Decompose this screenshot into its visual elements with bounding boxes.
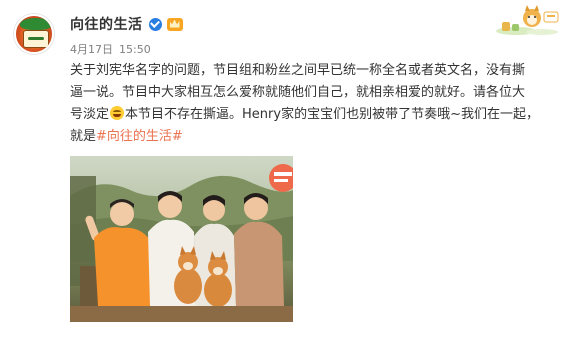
vip-icon[interactable] <box>166 17 183 31</box>
post-date: 4月17日 <box>70 43 113 56</box>
post-text-line-4: 就是#向往的生活# <box>70 126 570 148</box>
group-photo-illustration <box>70 156 293 322</box>
post-text-line-2: 逼一说。节目中大家相互怎么爱称就随他们自己，就相亲相爱的就好。请各位大 <box>70 85 526 100</box>
author-avatar[interactable] <box>14 14 54 54</box>
avatar-sign-decoration <box>23 30 49 48</box>
post-timestamp[interactable]: 4月17日 15:50 <box>70 41 151 57</box>
weibo-post-card: 向往的生活 4月17日 15:50 关于刘宪华名字的问题，节目组和粉丝之间早已统一… <box>0 0 584 339</box>
hashtag-link[interactable]: #向往的生活# <box>96 129 183 144</box>
verified-icon <box>148 17 162 31</box>
author-name[interactable]: 向往的生活 <box>70 14 143 34</box>
post-text-line-3-end: 本节目不存在撕逼。Henry家的宝宝们也别被带了节奏哦~我们在一起， <box>125 107 539 122</box>
post-text-line-3-start: 号淡定 <box>70 107 110 122</box>
post-photo[interactable] <box>70 156 293 322</box>
post-text-line-3: 号淡定 本节目不存在撕逼。Henry家的宝宝们也别被带了节奏哦~我们在一起， <box>70 104 570 126</box>
shiba-sticker-icon <box>496 5 559 35</box>
grinning-sweat-emoji-icon <box>110 106 125 120</box>
post-text: 关于刘宪华名字的问题，节目组和粉丝之间早已统一称全名或者英文名，没有撕 逼一说。… <box>70 60 570 148</box>
author-row: 向往的生活 <box>70 14 183 34</box>
post-text-line-1: 关于刘宪华名字的问题，节目组和粉丝之间早已统一称全名或者英文名，没有撕 <box>70 63 526 78</box>
post-time: 15:50 <box>119 43 151 56</box>
avatar-leaf-decoration <box>20 18 52 30</box>
post-text-line-4-prefix: 就是 <box>70 129 97 144</box>
